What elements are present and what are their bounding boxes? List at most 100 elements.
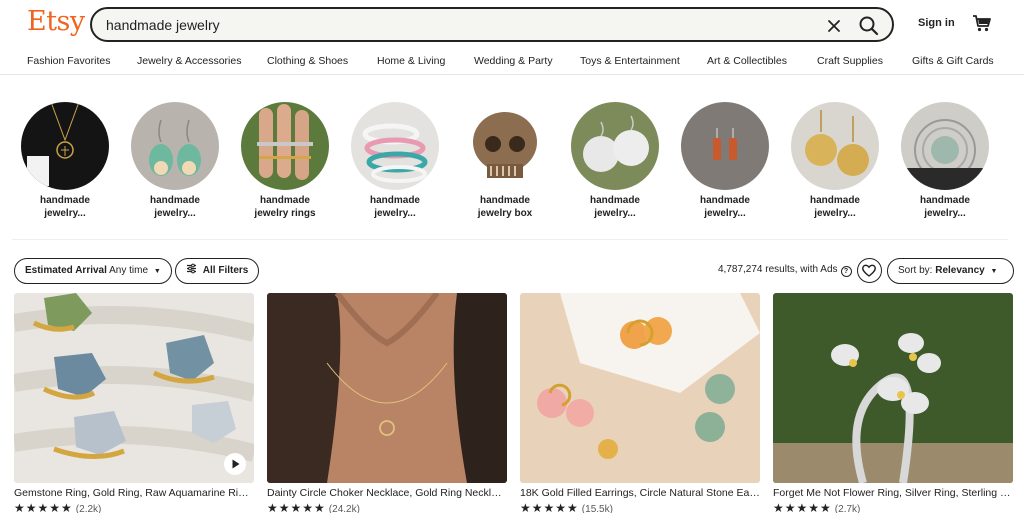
heart-icon bbox=[862, 264, 876, 277]
related-search-label-line1: handmade bbox=[39, 195, 90, 206]
related-search-label-line1: handmade bbox=[809, 195, 860, 206]
product-image bbox=[267, 293, 507, 483]
related-search-image bbox=[131, 102, 219, 190]
nav-craft-supplies[interactable]: Craft Supplies bbox=[817, 55, 883, 67]
related-search-item[interactable]: handmade jewelry... bbox=[345, 102, 445, 220]
search-input[interactable] bbox=[106, 16, 786, 34]
product-title[interactable]: Gemstone Ring, Gold Ring, Raw Aquamarine… bbox=[14, 487, 254, 499]
product-title[interactable]: 18K Gold Filled Earrings, Circle Natural… bbox=[520, 487, 760, 499]
related-search-item[interactable]: handmade jewelry... bbox=[15, 102, 115, 220]
search-icon bbox=[859, 16, 879, 36]
cart-icon bbox=[973, 15, 991, 32]
nav-gifts-gift-cards[interactable]: Gifts & Gift Cards bbox=[912, 55, 994, 67]
related-search-label-line2: jewelry... bbox=[374, 208, 416, 219]
product-image bbox=[773, 293, 1013, 483]
related-search-item[interactable]: handmade jewelry... bbox=[565, 102, 665, 220]
search-bar bbox=[90, 7, 894, 42]
star-rating: ★★★★★ bbox=[14, 501, 73, 513]
product-title[interactable]: Dainty Circle Choker Necklace, Gold Ring… bbox=[267, 487, 507, 499]
related-search-image bbox=[461, 102, 549, 190]
product-card[interactable]: Dainty Circle Choker Necklace, Gold Ring… bbox=[267, 293, 507, 513]
related-search-image bbox=[21, 102, 109, 190]
product-card[interactable]: Gemstone Ring, Gold Ring, Raw Aquamarine… bbox=[14, 293, 254, 513]
sort-value: Relevancy bbox=[935, 265, 985, 276]
info-icon[interactable]: ? bbox=[840, 266, 852, 277]
results-count: 4,787,274 results, with Ads? bbox=[718, 264, 852, 277]
related-search-item[interactable]: handmade jewelry rings bbox=[235, 102, 335, 220]
nav-art-collectibles[interactable]: Art & Collectibles bbox=[707, 55, 787, 67]
all-filters-button[interactable]: All Filters bbox=[175, 258, 260, 284]
category-nav: Fashion Favorites Jewelry & Accessories … bbox=[0, 52, 1024, 74]
related-search-item[interactable]: handmade jewelry box bbox=[455, 102, 555, 220]
cart-button[interactable] bbox=[972, 14, 992, 32]
product-title[interactable]: Forget Me Not Flower Ring, Silver Ring, … bbox=[773, 487, 1013, 499]
related-search-label-line1: handmade bbox=[259, 195, 310, 206]
related-search-label-line1: handmade bbox=[699, 195, 750, 206]
close-icon bbox=[828, 20, 840, 32]
nav-toys-entertainment[interactable]: Toys & Entertainment bbox=[580, 55, 680, 67]
header: Etsy Sign in bbox=[0, 0, 1024, 48]
play-icon bbox=[232, 459, 240, 469]
product-card[interactable]: Forget Me Not Flower Ring, Silver Ring, … bbox=[773, 293, 1013, 513]
related-search-item[interactable]: handmade jewelry... bbox=[895, 102, 995, 220]
related-search-item[interactable]: handmade jewelry... bbox=[125, 102, 225, 220]
related-search-image bbox=[681, 102, 769, 190]
related-search-label-line1: handmade bbox=[919, 195, 970, 206]
related-search-item[interactable]: handmade jewelry... bbox=[785, 102, 885, 220]
filter-sliders-icon bbox=[187, 263, 196, 274]
related-search-label-line2: jewelry box bbox=[477, 208, 533, 219]
caret-down-icon: ▼ bbox=[153, 268, 161, 275]
clear-search-button[interactable] bbox=[824, 16, 844, 36]
nav-home-living[interactable]: Home & Living bbox=[377, 55, 445, 67]
nav-clothing-shoes[interactable]: Clothing & Shoes bbox=[267, 55, 348, 67]
product-rating: ★★★★★ (24.2k) bbox=[267, 501, 507, 513]
product-rating: ★★★★★ (15.5k) bbox=[520, 501, 760, 513]
estimated-arrival-filter[interactable]: Estimated Arrival Any time ▼ bbox=[14, 258, 172, 284]
related-search-label-line2: jewelry... bbox=[154, 208, 196, 219]
related-search-image bbox=[241, 102, 329, 190]
section-divider bbox=[12, 239, 1008, 240]
etsy-logo[interactable]: Etsy bbox=[27, 6, 85, 37]
review-count: (2.2k) bbox=[75, 504, 102, 513]
review-count: (2.7k) bbox=[834, 504, 861, 513]
product-image bbox=[14, 293, 254, 483]
star-rating: ★★★★★ bbox=[267, 501, 326, 513]
related-search-image bbox=[351, 102, 439, 190]
caret-down-icon: ▼ bbox=[990, 268, 998, 275]
related-search-label-line2: jewelry... bbox=[814, 208, 856, 219]
save-search-button[interactable] bbox=[857, 258, 882, 283]
related-search-label-line1: handmade bbox=[369, 195, 420, 206]
sign-in-link[interactable]: Sign in bbox=[918, 17, 955, 29]
related-search-image bbox=[571, 102, 659, 190]
nav-divider bbox=[0, 74, 1024, 75]
review-count: (15.5k) bbox=[581, 504, 613, 513]
related-search-image bbox=[791, 102, 879, 190]
product-card[interactable]: 18K Gold Filled Earrings, Circle Natural… bbox=[520, 293, 760, 513]
estimated-arrival-label: Estimated Arrival bbox=[25, 265, 107, 276]
related-search-label-line2: jewelry... bbox=[44, 208, 86, 219]
star-rating: ★★★★★ bbox=[773, 501, 832, 513]
related-search-item[interactable]: handmade jewelry... bbox=[675, 102, 775, 220]
estimated-arrival-value: Any time bbox=[109, 265, 149, 276]
related-search-label-line2: jewelry... bbox=[594, 208, 636, 219]
product-image bbox=[520, 293, 760, 483]
related-search-label-line2: jewelry... bbox=[924, 208, 966, 219]
related-search-label-line1: handmade bbox=[149, 195, 200, 206]
related-search-label-line1: handmade bbox=[479, 195, 530, 206]
related-search-label-line2: jewelry rings bbox=[254, 208, 316, 219]
star-rating: ★★★★★ bbox=[520, 501, 579, 513]
related-search-label-line2: jewelry... bbox=[704, 208, 746, 219]
product-rating: ★★★★★ (2.7k) bbox=[773, 501, 1013, 513]
play-video-button[interactable] bbox=[224, 453, 246, 475]
related-search-image bbox=[901, 102, 989, 190]
sort-label: Sort by: bbox=[898, 265, 933, 276]
nav-wedding-party[interactable]: Wedding & Party bbox=[474, 55, 553, 67]
nav-fashion-favorites[interactable]: Fashion Favorites bbox=[27, 55, 110, 67]
results-text: 4,787,274 results, with Ads bbox=[718, 264, 838, 275]
sort-dropdown[interactable]: Sort by: Relevancy ▼ bbox=[887, 258, 1014, 284]
all-filters-label: All Filters bbox=[202, 265, 249, 276]
nav-jewelry-accessories[interactable]: Jewelry & Accessories bbox=[137, 55, 241, 67]
review-count: (24.2k) bbox=[328, 504, 360, 513]
search-button[interactable] bbox=[857, 14, 881, 38]
related-search-label-line1: handmade bbox=[589, 195, 640, 206]
